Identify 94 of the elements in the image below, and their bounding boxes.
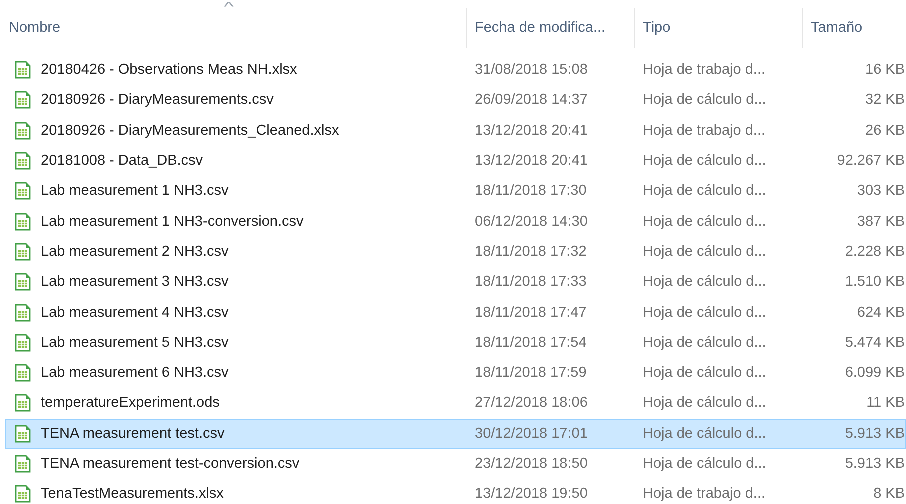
modified-date: 13/12/2018 20:41 bbox=[475, 122, 588, 139]
file-type: Hoja de cálculo d... bbox=[643, 395, 766, 412]
modified-date: 18/11/2018 17:54 bbox=[475, 334, 587, 351]
file-size: 2.228 KB bbox=[845, 244, 905, 260]
file-name: Lab measurement 1 NH3.csv bbox=[41, 183, 229, 200]
modified-date: 26/09/2018 14:37 bbox=[475, 92, 588, 108]
file-size: 26 KB bbox=[866, 122, 905, 139]
file-size: 303 KB bbox=[857, 183, 905, 200]
file-size: 8 KB bbox=[874, 486, 905, 502]
column-header[interactable]: Fecha de modifica... bbox=[475, 20, 606, 36]
spreadsheet-file-icon bbox=[15, 304, 31, 322]
file-type: Hoja de cálculo d... bbox=[643, 304, 766, 321]
modified-date: 18/11/2018 17:59 bbox=[475, 365, 587, 382]
file-name: 20180926 - DiaryMeasurements.csv bbox=[41, 92, 274, 108]
file-name: Lab measurement 3 NH3.csv bbox=[41, 274, 229, 290]
file-size: 5.474 KB bbox=[845, 334, 905, 351]
spreadsheet-file-icon bbox=[15, 334, 31, 352]
sort-caret-icon: ^ bbox=[224, 0, 234, 14]
file-size: 6.099 KB bbox=[845, 365, 905, 382]
spreadsheet-file-icon bbox=[15, 364, 31, 382]
file-size: 16 KB bbox=[866, 62, 905, 78]
modified-date: 18/11/2018 17:30 bbox=[475, 183, 587, 200]
file-size: 11 KB bbox=[866, 395, 905, 412]
file-name: Lab measurement 6 NH3.csv bbox=[41, 365, 229, 382]
modified-date: 30/12/2018 17:01 bbox=[475, 426, 588, 442]
modified-date: 27/12/2018 18:06 bbox=[475, 395, 588, 412]
file-name: Lab measurement 1 NH3-conversion.csv bbox=[41, 214, 304, 230]
file-size: 1.510 KB bbox=[845, 274, 905, 290]
file-row[interactable]: Lab measurement 6 NH3.csv 18/11/2018 17:59 Hoja de cálculo d... 6.099 KB bbox=[5, 358, 906, 388]
file-size: 5.913 KB bbox=[845, 456, 905, 472]
spreadsheet-file-icon bbox=[15, 394, 31, 412]
file-type: Hoja de cálculo d... bbox=[643, 456, 766, 472]
file-type: Hoja de trabajo d... bbox=[643, 486, 766, 502]
file-name: Lab measurement 5 NH3.csv bbox=[41, 334, 229, 351]
file-name: 20181008 - Data_DB.csv bbox=[41, 153, 204, 170]
file-name: Lab measurement 4 NH3.csv bbox=[41, 304, 229, 321]
column-header[interactable]: Tamaño bbox=[811, 20, 863, 36]
file-type: Hoja de cálculo d... bbox=[643, 183, 766, 200]
file-row[interactable]: Lab measurement 5 NH3.csv 18/11/2018 17:54 Hoja de cálculo d... 5.474 KB bbox=[5, 328, 906, 358]
modified-date: 13/12/2018 19:50 bbox=[475, 486, 588, 502]
spreadsheet-file-icon bbox=[15, 455, 31, 473]
file-type: Hoja de cálculo d... bbox=[643, 365, 766, 382]
file-row[interactable]: TenaTestMeasurements.xlsx 13/12/2018 19:50 Hoja de trabajo d... 8 KB bbox=[5, 479, 906, 504]
file-size: 32 KB bbox=[866, 92, 905, 108]
file-size: 387 KB bbox=[857, 214, 905, 230]
file-type: Hoja de cálculo d... bbox=[643, 274, 766, 290]
file-row[interactable]: 20180926 - DiaryMeasurements.csv 26/09/2018 14:37 Hoja de cálculo d... 32 KB bbox=[5, 85, 906, 116]
spreadsheet-file-icon bbox=[15, 61, 31, 80]
file-name: 20180426 - Observations Meas NH.xlsx bbox=[41, 62, 298, 78]
file-type: Hoja de cálculo d... bbox=[643, 92, 766, 108]
modified-date: 18/11/2018 17:32 bbox=[475, 244, 587, 260]
file-size: 5.913 KB bbox=[845, 426, 905, 442]
file-type: Hoja de cálculo d... bbox=[643, 153, 766, 170]
file-name: TENA measurement test.csv bbox=[41, 426, 225, 442]
file-size: 92.267 KB bbox=[837, 153, 905, 170]
file-row[interactable]: temperatureExperiment.ods 27/12/2018 18:06 Hoja de cálculo d... 11 KB bbox=[5, 388, 906, 419]
file-row[interactable]: 20180926 - DiaryMeasurements_Cleaned.xlsx 13/12/2018 20:41 Hoja de trabajo d... 26 KB bbox=[5, 116, 906, 146]
file-name: TenaTestMeasurements.xlsx bbox=[41, 486, 224, 502]
file-type: Hoja de cálculo d... bbox=[643, 244, 766, 260]
file-name: 20180926 - DiaryMeasurements_Cleaned.xlsx bbox=[41, 122, 340, 139]
modified-date: 06/12/2018 14:30 bbox=[475, 214, 588, 230]
file-type: Hoja de trabajo d... bbox=[643, 122, 766, 139]
modified-date: 13/12/2018 20:41 bbox=[475, 153, 588, 170]
file-name: temperatureExperiment.ods bbox=[41, 395, 220, 412]
column-header[interactable]: Nombre bbox=[9, 20, 61, 36]
modified-date: 23/12/2018 18:50 bbox=[475, 456, 588, 472]
file-type: Hoja de trabajo d... bbox=[643, 62, 766, 78]
file-row[interactable]: Lab measurement 2 NH3.csv 18/11/2018 17:32 Hoja de cálculo d... 2.228 KB bbox=[5, 236, 906, 268]
spreadsheet-file-icon bbox=[15, 91, 31, 110]
spreadsheet-file-icon bbox=[15, 424, 31, 443]
spreadsheet-file-icon bbox=[15, 152, 31, 170]
spreadsheet-file-icon bbox=[15, 122, 31, 140]
file-name: TENA measurement test-conversion.csv bbox=[41, 456, 300, 472]
spreadsheet-file-icon bbox=[15, 212, 31, 231]
file-row[interactable]: 20180426 - Observations Meas NH.xlsx 31/08/2018 15:08 Hoja de trabajo d... 16 KB bbox=[5, 55, 906, 86]
file-row[interactable]: Lab measurement 4 NH3.csv 18/11/2018 17:47 Hoja de cálculo d... 624 KB bbox=[5, 297, 906, 328]
spreadsheet-file-icon bbox=[15, 182, 31, 200]
file-type: Hoja de cálculo d... bbox=[643, 426, 766, 442]
modified-date: 18/11/2018 17:47 bbox=[475, 304, 587, 321]
modified-date: 31/08/2018 15:08 bbox=[475, 62, 588, 78]
file-type: Hoja de cálculo d... bbox=[643, 214, 766, 230]
column-header[interactable]: Tipo bbox=[643, 20, 671, 36]
file-row[interactable]: TENA measurement test-conversion.csv 23/12/2018 18:50 Hoja de cálculo d... 5.913 KB bbox=[5, 448, 906, 480]
file-row[interactable]: Lab measurement 3 NH3.csv 18/11/2018 17:33 Hoja de cálculo d... 1.510 KB bbox=[5, 267, 906, 298]
file-row[interactable]: Lab measurement 1 NH3-conversion.csv 06/12/2018 14:30 Hoja de cálculo d... 387 KB bbox=[5, 206, 906, 237]
file-type: Hoja de cálculo d... bbox=[643, 334, 766, 351]
file-row[interactable]: 20181008 - Data_DB.csv 13/12/2018 20:41 Hoja de cálculo d... 92.267 KB bbox=[5, 146, 906, 176]
spreadsheet-file-icon bbox=[15, 273, 31, 292]
file-row[interactable]: TENA measurement test.csv 30/12/2018 17:01 Hoja de cálculo d... 5.913 KB bbox=[5, 418, 906, 449]
file-name: Lab measurement 2 NH3.csv bbox=[41, 244, 229, 260]
spreadsheet-file-icon bbox=[15, 242, 31, 261]
file-size: 624 KB bbox=[857, 304, 905, 321]
modified-date: 18/11/2018 17:33 bbox=[475, 274, 587, 290]
file-row[interactable]: Lab measurement 1 NH3.csv 18/11/2018 17:30 Hoja de cálculo d... 303 KB bbox=[5, 176, 906, 206]
